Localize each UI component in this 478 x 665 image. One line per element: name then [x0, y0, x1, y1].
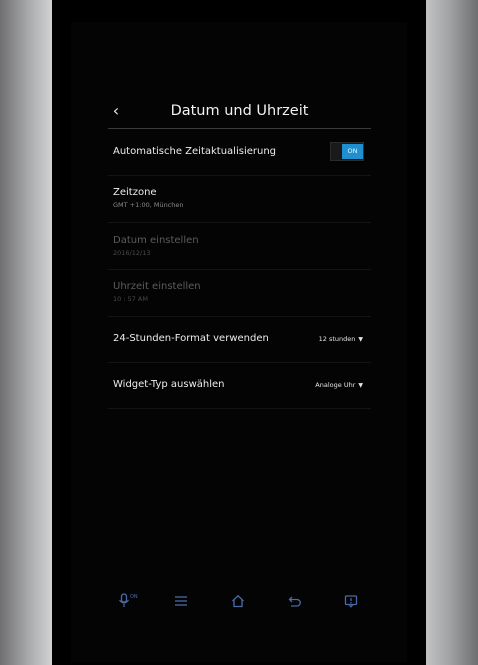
- timezone-label: Zeitzone: [113, 187, 157, 198]
- row-set-time: Uhrzeit einstellen 10 : 57 AM: [108, 270, 371, 317]
- voice-button[interactable]: ON: [116, 590, 146, 612]
- notification-icon: [344, 595, 358, 608]
- set-time-value: 10 : 57 AM: [113, 295, 148, 303]
- auto-time-update-label: Automatische Zeitaktualisierung: [113, 146, 277, 157]
- mic-status: ON: [130, 594, 138, 600]
- widget-type-selected: Analoge Uhr: [315, 381, 356, 389]
- format-24h-label: 24-Stunden-Format verwenden: [113, 333, 269, 344]
- bottom-nav-bar: ON: [108, 590, 371, 612]
- set-time-label: Uhrzeit einstellen: [113, 281, 201, 292]
- microphone-icon: [119, 593, 129, 607]
- widget-type-label: Widget-Typ auswählen: [113, 379, 225, 390]
- header: ‹ Datum und Uhrzeit: [108, 96, 371, 129]
- format-24h-selected: 12 stunden: [318, 335, 356, 343]
- back-arrow-icon: [288, 596, 301, 607]
- format-24h-dropdown[interactable]: 12 stunden ▼: [319, 335, 363, 343]
- set-date-value: 2016/12/13: [113, 249, 151, 257]
- auto-time-update-toggle[interactable]: ON: [330, 142, 364, 161]
- home-icon: [232, 594, 244, 608]
- toggle-on-label: ON: [342, 144, 363, 159]
- home-button[interactable]: [226, 590, 250, 612]
- caret-down-icon: ▼: [358, 336, 363, 343]
- row-24h-format[interactable]: 24-Stunden-Format verwenden 12 stunden ▼: [108, 317, 371, 363]
- page-title: Datum und Uhrzeit: [170, 103, 309, 119]
- row-timezone[interactable]: Zeitzone GMT +1:00, München: [108, 176, 371, 223]
- menu-icon: [175, 596, 187, 606]
- caret-down-icon: ▼: [358, 382, 363, 389]
- widget-type-dropdown[interactable]: Analoge Uhr ▼: [315, 381, 363, 389]
- menu-button[interactable]: [169, 590, 193, 612]
- row-auto-time-update[interactable]: Automatische Zeitaktualisierung ON: [108, 129, 371, 176]
- notification-button[interactable]: [339, 590, 363, 612]
- row-widget-type[interactable]: Widget-Typ auswählen Analoge Uhr ▼: [108, 363, 371, 409]
- row-set-date: Datum einstellen 2016/12/13: [108, 223, 371, 270]
- set-date-label: Datum einstellen: [113, 235, 199, 246]
- timezone-value: GMT +1:00, München: [113, 201, 184, 209]
- return-button[interactable]: [283, 590, 307, 612]
